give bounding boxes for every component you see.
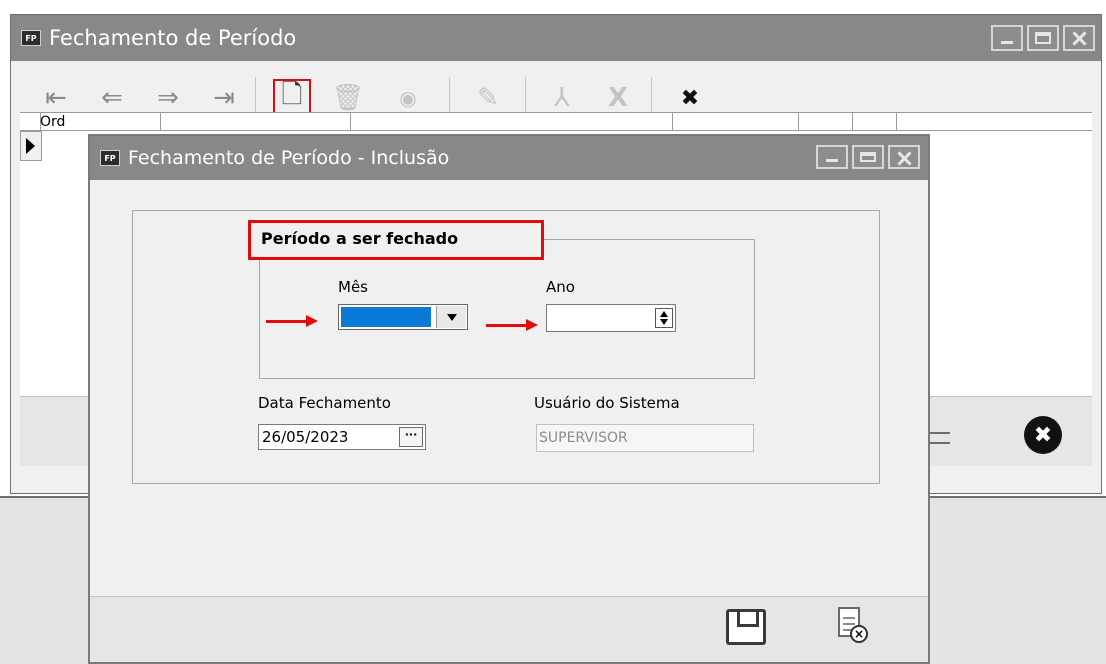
red-arrow-icon [266,315,318,327]
grid-header: Ord [20,113,1092,131]
dialog-title: Fechamento de Período - Inclusão [128,147,450,169]
grid-column-ord[interactable]: Ord [40,114,65,130]
period-group [259,239,755,379]
ano-label: Ano [546,278,575,296]
dialog-maximize-button[interactable] [852,145,884,169]
usuario-sistema-label: Usuário do Sistema [534,394,680,412]
cancel-button[interactable]: × [834,607,874,649]
menu-lines-icon[interactable] [928,432,950,444]
chevron-down-icon[interactable] [436,306,466,328]
row-indicator-icon [20,131,42,161]
save-icon[interactable] [726,609,766,645]
minimize-button[interactable] [991,25,1023,51]
close-window-button[interactable] [1063,25,1095,51]
main-window-title: Fechamento de Período [49,26,297,50]
grid-column-divider [852,113,853,131]
dialog-badge-icon: FP [100,150,120,166]
spin-arrows-icon[interactable] [655,308,673,328]
period-group-label: Período a ser fechado [248,220,544,260]
date-picker-button[interactable]: ··· [399,427,423,447]
main-close-icon[interactable]: ✖ [1024,416,1062,454]
mes-select[interactable] [338,304,468,330]
inclusion-dialog: FP Fechamento de Período - Inclusão Perí… [88,134,930,664]
data-fechamento-value: 26/05/2023 [262,428,349,446]
dialog-minimize-button[interactable] [816,145,848,169]
data-fechamento-field[interactable]: 26/05/2023 ··· [258,424,426,450]
maximize-button[interactable] [1027,25,1059,51]
ano-spin-input[interactable] [546,304,676,332]
grid-column-divider [350,113,351,131]
grid-column-divider [672,113,673,131]
app-badge-icon: FP [21,30,41,46]
red-arrow-icon [486,319,538,331]
main-titlebar[interactable]: FP Fechamento de Período [11,15,1101,61]
mes-label: Mês [338,278,368,296]
data-fechamento-label: Data Fechamento [258,394,391,412]
dialog-titlebar[interactable]: FP Fechamento de Período - Inclusão [90,136,928,180]
mes-selected-value [341,307,431,327]
dialog-close-button[interactable] [888,145,920,169]
usuario-sistema-field: SUPERVISOR [536,424,754,452]
grid-column-divider [896,113,897,131]
grid-column-divider [160,113,161,131]
cancel-x-icon: × [850,625,868,643]
grid-column-divider [798,113,799,131]
dialog-footer: × [90,596,928,662]
